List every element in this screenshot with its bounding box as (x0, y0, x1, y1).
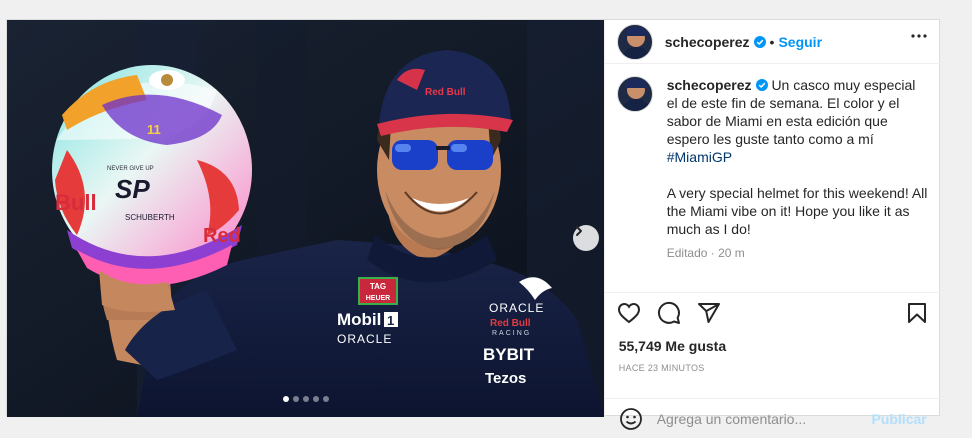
heuer-text: HEUER (366, 295, 391, 302)
post-sidebar: schecoperez • Seguir schecoperez Un casc… (603, 20, 941, 430)
caption-text: schecoperez Un casco muy especial el de … (667, 76, 929, 238)
comment-bar: Publicar (604, 398, 941, 438)
header-username[interactable]: schecoperez (665, 34, 750, 50)
oracle-chest-text: ORACLE (337, 332, 392, 346)
carousel-next-button[interactable] (573, 225, 599, 251)
share-icon (697, 303, 720, 323)
post-header: schecoperez • Seguir (604, 20, 941, 64)
action-bar (604, 292, 941, 333)
post-timestamp[interactable]: HACE 23 MINUTOS (619, 363, 705, 373)
helmet-motto: NEVER GIVE UP (107, 166, 154, 172)
comment-icon (657, 301, 680, 324)
header-separator: • (769, 33, 775, 50)
like-button[interactable] (617, 301, 641, 325)
tezos-text: Tezos (485, 370, 526, 387)
bookmark-icon (907, 303, 926, 323)
hashtag-link[interactable]: #MiamiGP (667, 149, 732, 165)
edited-label-wrap: Editado · 20 m (617, 246, 745, 260)
carousel-dot (303, 396, 309, 402)
chevron-right-icon (576, 226, 582, 236)
save-button[interactable] (905, 301, 929, 325)
carousel-indicator (7, 396, 604, 402)
cap-logo-text: Red Bull (425, 87, 466, 98)
racing-text: RACING (492, 330, 531, 337)
oracle-right-text: ORACLE (489, 301, 544, 315)
emoji-icon (619, 407, 642, 430)
caption-username[interactable]: schecoperez (667, 77, 752, 93)
tag-text: TAG (370, 282, 386, 291)
verified-badge-icon (755, 79, 768, 91)
avatar[interactable] (616, 23, 653, 60)
share-button[interactable] (697, 301, 721, 325)
follow-button[interactable]: Seguir (778, 34, 822, 50)
comment-button[interactable] (657, 301, 681, 325)
mobil-text: Mobil (337, 310, 381, 329)
helmet-logo: SP (115, 174, 150, 204)
redbull-text: Red Bull (490, 318, 531, 329)
likes-count[interactable]: 55,749 Me gusta (619, 338, 726, 354)
helmet-number: 11 (147, 122, 161, 137)
helmet-red-text: Red (203, 225, 241, 247)
caption-english: A very special helmet for this weekend! … (666, 185, 928, 237)
caption: schecoperez Un casco muy especial el de … (616, 76, 933, 238)
carousel-dot (313, 396, 319, 402)
post-media[interactable]: Red Bull TAG HEUER Mobil 1 ORACLE ORACLE… (7, 20, 604, 417)
verified-badge-icon (753, 35, 766, 48)
carousel-dot (323, 396, 329, 402)
comment-input[interactable] (656, 410, 872, 427)
mobil-one-text: 1 (387, 313, 394, 328)
bybit-text: BYBIT (483, 345, 535, 364)
instagram-post: Red Bull TAG HEUER Mobil 1 ORACLE ORACLE… (6, 19, 941, 430)
more-horizontal-icon[interactable] (911, 34, 927, 38)
publish-button[interactable]: Publicar (871, 411, 926, 427)
heart-icon (617, 302, 640, 324)
caption-avatar[interactable] (616, 76, 653, 112)
post-photo: Red Bull TAG HEUER Mobil 1 ORACLE ORACLE… (7, 20, 604, 417)
carousel-dot (293, 396, 299, 402)
carousel-dot (283, 396, 289, 402)
edited-label: Editado · 20 m (666, 246, 745, 260)
helmet-bull-text: Bull (55, 190, 97, 215)
helmet-maker: SCHUBERTH (125, 213, 175, 222)
emoji-button[interactable] (619, 407, 643, 431)
